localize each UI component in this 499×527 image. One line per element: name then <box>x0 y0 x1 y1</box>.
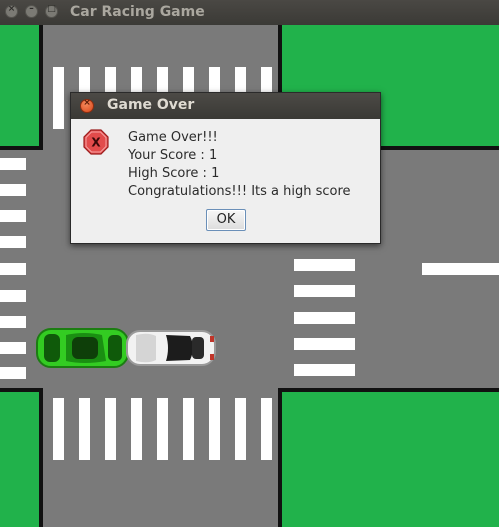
lane-marker <box>422 263 499 275</box>
crosswalk-stripe <box>105 398 116 460</box>
crosswalk-stripe <box>0 290 26 302</box>
crosswalk-stripe <box>294 364 355 376</box>
crosswalk-stripe <box>183 398 194 460</box>
crosswalk-stripe <box>0 342 26 354</box>
crosswalk-stripe <box>79 398 90 460</box>
message-line: Your Score : 1 <box>128 148 218 163</box>
crosswalk-stripe <box>53 398 64 460</box>
grass-top-left <box>0 25 43 150</box>
crosswalk-stripe <box>0 316 26 328</box>
message-line: Congratulations!!! Its a high score <box>128 184 351 199</box>
crosswalk-stripe <box>235 398 246 460</box>
minimize-icon: – <box>29 4 34 14</box>
message-line: High Score : 1 <box>128 166 220 181</box>
crosswalk-stripe <box>0 184 26 196</box>
dialog-message: Game Over!!! Your Score : 1 High Score :… <box>128 129 351 201</box>
dialog-title: Game Over <box>107 97 195 113</box>
crosswalk-stripe <box>0 158 26 170</box>
crosswalk-stripe <box>0 263 26 275</box>
crosswalk-stripe <box>261 398 272 460</box>
grass-bottom-left <box>0 388 43 527</box>
crosswalk-stripe <box>294 338 355 350</box>
crosswalk-stripe <box>0 367 26 379</box>
crosswalk-stripe <box>53 67 64 129</box>
opponent-car <box>126 330 216 366</box>
crosswalk-stripe <box>0 236 26 248</box>
window-titlebar: × – □ Car Racing Game <box>0 0 499 26</box>
window-minimize-button[interactable]: – <box>25 4 38 18</box>
close-icon: × <box>7 4 16 14</box>
game-over-dialog: × Game Over X Game Over!!! Your Score : … <box>70 92 381 244</box>
error-icon: X <box>83 129 109 155</box>
crosswalk-stripe <box>294 259 355 271</box>
grass-bottom-right <box>278 388 499 527</box>
crosswalk-stripe <box>209 398 220 460</box>
close-icon: × <box>83 98 91 108</box>
crosswalk-stripe <box>294 285 355 297</box>
crosswalk-stripe <box>0 210 26 222</box>
crosswalk-stripe <box>157 398 168 460</box>
dialog-titlebar: × Game Over <box>71 93 380 119</box>
ok-button[interactable]: OK <box>206 209 246 231</box>
window-close-button[interactable]: × <box>5 4 18 18</box>
maximize-icon: □ <box>47 4 56 14</box>
crosswalk-stripe <box>131 398 142 460</box>
message-line: Game Over!!! <box>128 130 218 145</box>
player-car <box>36 328 129 368</box>
dialog-close-button[interactable]: × <box>80 98 94 113</box>
window-title: Car Racing Game <box>70 4 205 20</box>
window-maximize-button[interactable]: □ <box>45 4 58 18</box>
crosswalk-stripe <box>294 312 355 324</box>
error-icon-glyph: X <box>91 136 101 150</box>
